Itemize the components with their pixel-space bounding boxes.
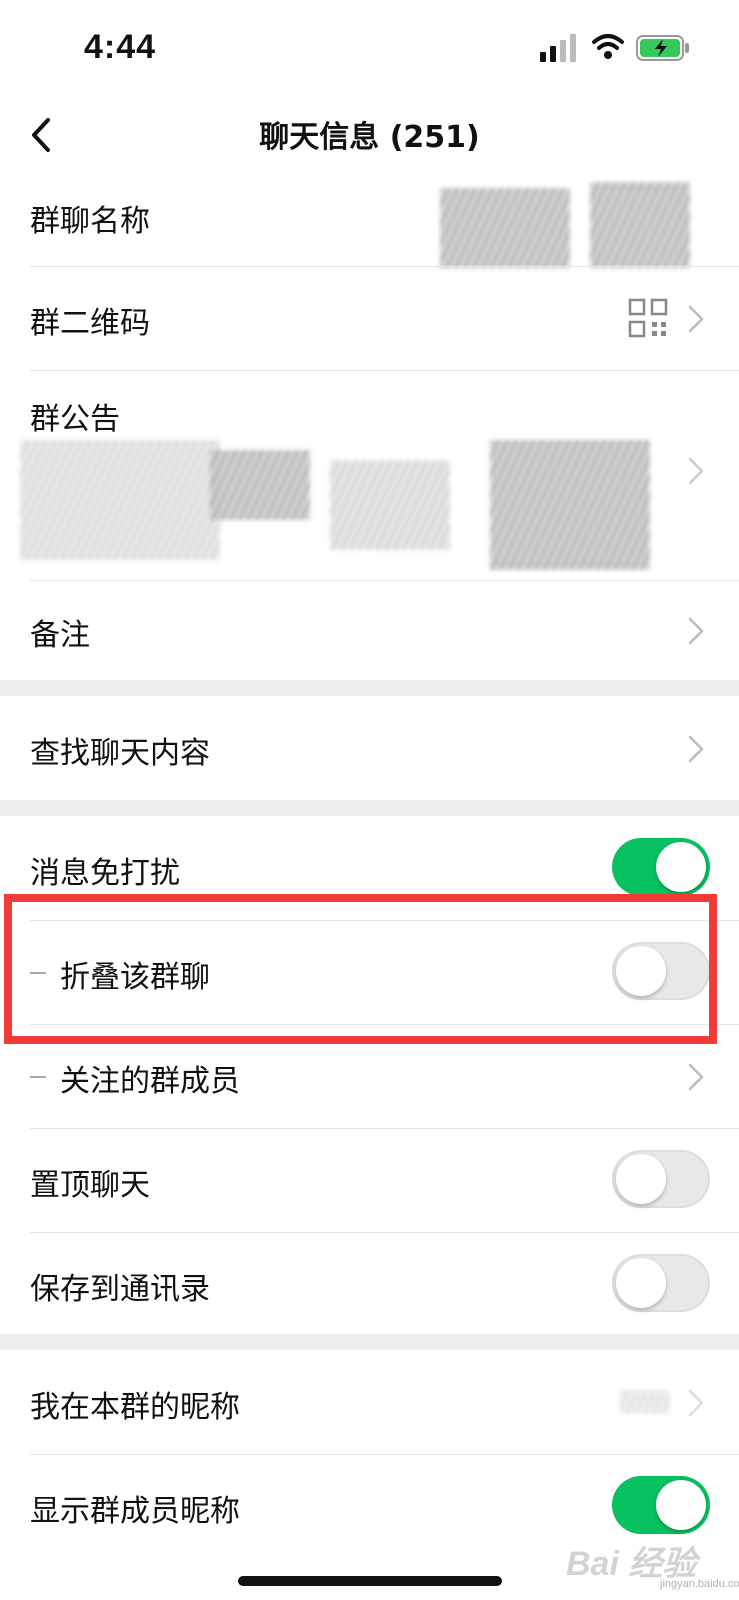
status-time: 4:44 xyxy=(84,28,157,66)
group-announcement-label: 群公告 xyxy=(30,402,120,437)
redacted-group-name-2 xyxy=(590,182,690,268)
remark-label: 备注 xyxy=(30,618,90,653)
chevron-right-icon xyxy=(688,457,704,485)
search-section: 查找聊天内容 xyxy=(0,696,739,800)
toggle-knob xyxy=(616,1154,666,1204)
sub-item-dash xyxy=(30,1076,46,1078)
remark-row[interactable]: 备注 xyxy=(0,580,739,680)
save-contacts-toggle[interactable] xyxy=(612,1254,710,1312)
search-chat-label: 查找聊天内容 xyxy=(30,736,210,771)
redacted-announcement-1 xyxy=(20,440,220,560)
baidu-watermark: Bai 经验 jingyan.baidu.com xyxy=(560,1530,739,1590)
followed-members-label: 关注的群成员 xyxy=(60,1064,240,1099)
home-indicator[interactable] xyxy=(238,1576,502,1586)
my-nickname-label: 我在本群的昵称 xyxy=(30,1390,240,1425)
pin-chat-toggle[interactable] xyxy=(612,1150,710,1208)
toggle-knob xyxy=(616,1258,666,1308)
group-qrcode-row[interactable]: 群二维码 xyxy=(0,266,739,370)
redacted-nickname xyxy=(620,1390,670,1414)
save-contacts-row: 保存到通讯录 xyxy=(0,1232,739,1334)
mute-label: 消息免打扰 xyxy=(30,856,180,891)
group-announcement-row[interactable]: 群公告 xyxy=(0,370,739,580)
mute-toggle[interactable] xyxy=(612,838,710,896)
group-name-row[interactable]: 群聊名称 xyxy=(0,174,739,268)
signal-icon xyxy=(540,34,576,62)
redacted-announcement-4 xyxy=(490,440,650,570)
pin-chat-row: 置顶聊天 xyxy=(0,1128,739,1232)
group-name-label: 群聊名称 xyxy=(30,204,150,239)
status-bar: 4:44 xyxy=(0,0,739,96)
chevron-right-icon xyxy=(688,735,704,763)
group-info-section: 群聊名称 群二维码 群公告 备注 xyxy=(0,174,739,680)
redacted-announcement-2 xyxy=(210,450,310,520)
show-nickname-toggle[interactable] xyxy=(612,1476,710,1534)
redacted-group-name xyxy=(440,188,570,268)
my-nickname-row[interactable]: 我在本群的昵称 xyxy=(0,1350,739,1454)
chevron-right-icon xyxy=(688,617,704,645)
chevron-right-icon xyxy=(688,1389,704,1417)
search-chat-row[interactable]: 查找聊天内容 xyxy=(0,696,739,800)
toggle-knob xyxy=(656,842,706,892)
nav-bar: 聊天信息 (251) xyxy=(0,96,739,174)
chevron-right-icon xyxy=(688,1063,704,1091)
page-title: 聊天信息 (251) xyxy=(259,120,480,155)
chevron-right-icon xyxy=(688,305,704,333)
pin-chat-label: 置顶聊天 xyxy=(30,1168,150,1203)
watermark-url: jingyan.baidu.com xyxy=(660,1578,739,1590)
group-qrcode-label: 群二维码 xyxy=(30,306,150,341)
highlight-box xyxy=(4,894,717,1044)
battery-icon xyxy=(636,35,689,61)
redacted-announcement-3 xyxy=(330,460,450,550)
save-contacts-label: 保存到通讯录 xyxy=(30,1272,210,1307)
show-nickname-label: 显示群成员昵称 xyxy=(30,1494,240,1529)
wifi-icon xyxy=(592,34,624,59)
toggle-knob xyxy=(656,1480,706,1530)
qrcode-icon xyxy=(628,298,668,338)
